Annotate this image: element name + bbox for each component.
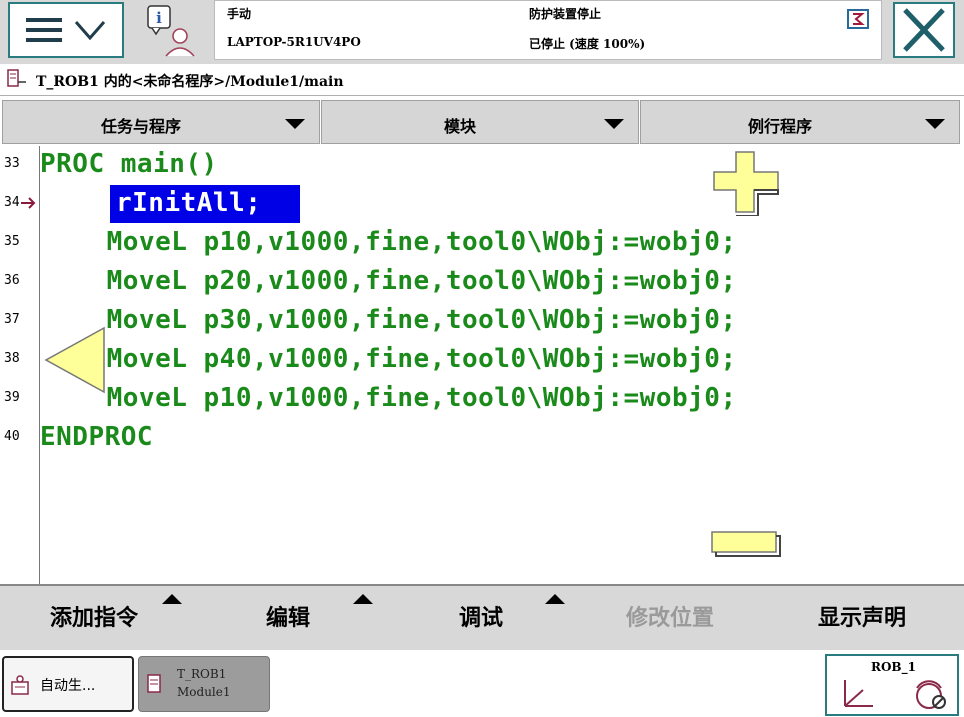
dropdown-arrow-icon [285,119,305,129]
code-line[interactable]: MoveL p10,v1000,fine,tool0\WObj:=wobj0; [42,383,737,413]
popup-arrow-icon [353,594,373,604]
program-file-icon [147,674,161,693]
line-number: 39 [4,390,20,405]
code-line[interactable]: MoveL p10,v1000,fine,tool0\WObj:=wobj0; [42,227,737,257]
program-path-bar: T_ROB1 内的<未命名程序>/Module1/main [0,64,964,96]
taskbar-item-label: 自动生... [40,678,96,694]
program-path: T_ROB1 内的<未命名程序>/Module1/main [36,74,344,90]
tab-modules[interactable]: 模块 [321,100,639,144]
tab-label: 任务与程序 [100,117,181,136]
add-instruction-button[interactable]: 添加指令 [50,600,138,632]
tab-label: 例行程序 [747,117,812,136]
show-declaration-button[interactable]: 显示声明 [818,600,906,632]
scroll-left-icon[interactable] [42,326,108,394]
tab-tasks-and-programs[interactable]: 任务与程序 [2,100,320,144]
code-line[interactable]: ENDPROC [40,422,153,452]
robot-axes-icon [844,680,873,707]
modify-position-button[interactable]: 修改位置 [626,600,714,632]
line-number: 34 [4,195,20,210]
line-number: 33 [4,156,20,171]
code-line[interactable]: MoveL p30,v1000,fine,tool0\WObj:=wobj0; [42,305,737,335]
debug-button[interactable]: 调试 [459,600,503,632]
edit-button[interactable]: 编辑 [266,600,310,632]
hamburger-menu-icon [26,18,62,42]
popup-arrow-icon [162,594,182,604]
close-button[interactable] [893,2,955,58]
svg-text:i: i [156,9,162,27]
code-line[interactable]: MoveL p40,v1000,fine,tool0\WObj:=wobj0; [42,344,737,374]
info-user-icon[interactable]: i [138,2,208,58]
program-file-icon [7,69,26,87]
chevron-down-icon [74,21,106,41]
dropdown-arrow-icon [925,119,945,129]
quickset-robot-button[interactable]: ROB_1 [825,654,959,716]
taskbar-item-program-editor[interactable]: T_ROB1 Module1 [138,656,270,712]
safety-state: 防护装置停止 [529,7,602,21]
production-window-icon [11,675,29,695]
close-icon [903,8,945,52]
code-line[interactable]: PROC main() [40,149,218,179]
status-indicator-icon [847,9,869,29]
dropdown-arrow-icon [604,119,624,129]
main-menu-button[interactable] [8,2,124,58]
line-number-gutter: 33 34 35 36 37 38 39 40 [0,146,40,584]
taskbar-item-autogen[interactable]: 自动生... [2,656,134,712]
code-line[interactable]: MoveL p20,v1000,fine,tool0\WObj:=wobj0; [42,266,737,296]
jog-mode-icon [916,680,946,709]
line-number: 40 [4,429,20,444]
operating-mode: 手动 [227,7,252,21]
line-number: 35 [4,234,20,249]
run-state: 已停止 (速度 100%) [529,37,646,51]
code-line-selected[interactable]: rInitAll; [116,188,261,218]
popup-arrow-icon [545,594,565,604]
program-pointer-icon [21,197,36,209]
controller-name: LAPTOP-5R1UV4PO [227,35,361,49]
zoom-out-icon[interactable] [710,530,782,558]
line-number: 38 [4,351,20,366]
line-number: 36 [4,273,20,288]
status-panel: 手动 LAPTOP-5R1UV4PO 防护装置停止 已停止 (速度 100%) [214,0,882,60]
tab-label: 模块 [443,117,476,136]
taskbar-item-module: Module1 [177,685,231,699]
line-number: 37 [4,312,20,327]
zoom-in-icon[interactable] [710,150,782,216]
taskbar-item-task: T_ROB1 [177,667,227,681]
tab-routines[interactable]: 例行程序 [640,100,960,144]
robot-name: ROB_1 [871,660,916,674]
